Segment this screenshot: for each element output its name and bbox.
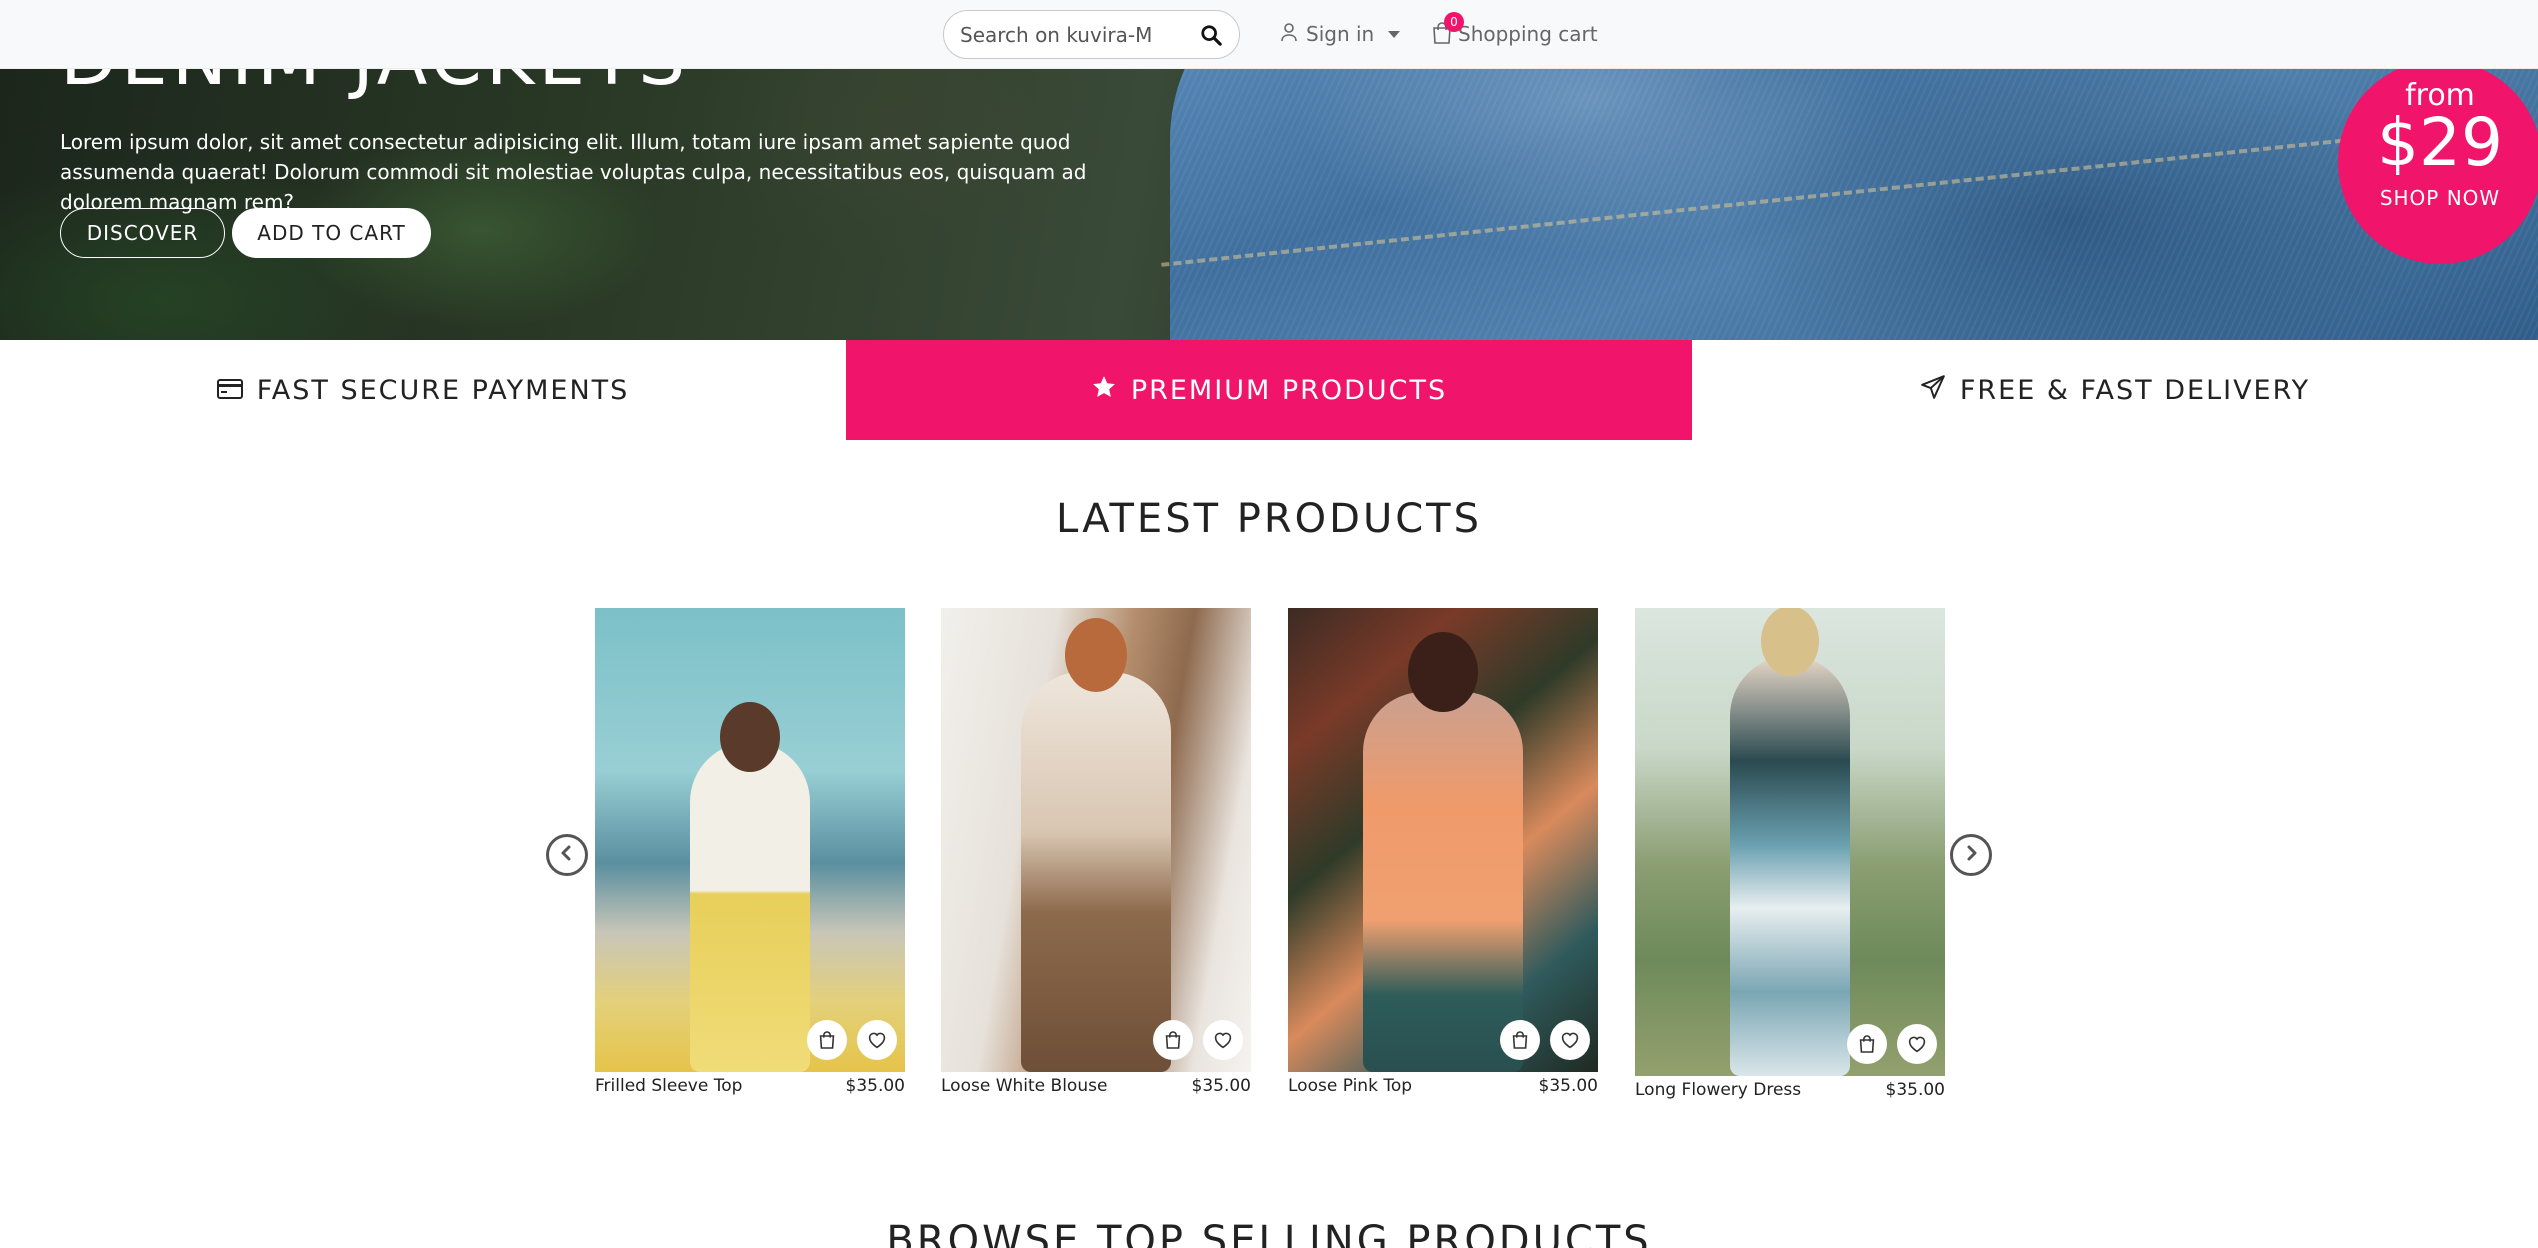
product-card[interactable]: Loose Pink Top $35.00	[1288, 608, 1598, 1096]
heart-icon	[1561, 1032, 1579, 1049]
chevron-right-icon	[1962, 844, 1980, 866]
heart-icon	[1908, 1036, 1926, 1053]
feature-free-delivery: FREE & FAST DELIVERY	[1692, 340, 2538, 440]
feature-secure-payments: FAST SECURE PAYMENTS	[0, 340, 846, 440]
shopping-cart-link[interactable]: 0 Shopping cart	[1432, 12, 1598, 48]
product-model	[1363, 692, 1523, 1072]
product-price: $35.00	[1538, 1076, 1598, 1096]
product-name[interactable]: Frilled Sleeve Top	[595, 1076, 742, 1096]
carousel-next-button[interactable]	[1950, 834, 1992, 876]
wishlist-button[interactable]	[1897, 1024, 1937, 1064]
product-image[interactable]	[941, 608, 1251, 1072]
add-to-cart-button[interactable]	[1153, 1020, 1193, 1060]
feature-label: FAST SECURE PAYMENTS	[256, 374, 630, 406]
carousel-prev-button[interactable]	[546, 834, 588, 876]
top-navbar: Sign in 0 Shopping cart	[0, 0, 2538, 69]
shopping-bag-icon	[1859, 1035, 1875, 1053]
wishlist-button[interactable]	[857, 1020, 897, 1060]
product-meta: Long Flowery Dress $35.00	[1635, 1080, 1945, 1100]
heart-icon	[1214, 1032, 1232, 1049]
product-price: $35.00	[1191, 1076, 1251, 1096]
features-bar: FAST SECURE PAYMENTS PREMIUM PRODUCTS FR…	[0, 340, 2538, 440]
product-price: $35.00	[1885, 1080, 1945, 1100]
feature-label: FREE & FAST DELIVERY	[1959, 374, 2311, 406]
shopping-bag-icon	[1512, 1031, 1528, 1049]
product-name[interactable]: Loose Pink Top	[1288, 1076, 1412, 1096]
credit-card-icon	[216, 375, 243, 406]
add-to-cart-button[interactable]	[807, 1020, 847, 1060]
product-model-head	[1761, 608, 1819, 676]
star-icon	[1091, 374, 1117, 407]
product-card[interactable]: Loose White Blouse $35.00	[941, 608, 1251, 1096]
product-card[interactable]: Long Flowery Dress $35.00	[1635, 608, 1945, 1100]
promo-badge[interactable]: from $29 SHOP NOW	[2338, 60, 2538, 264]
chevron-left-icon	[558, 844, 576, 866]
product-meta: Loose Pink Top $35.00	[1288, 1076, 1598, 1096]
hero-description: Lorem ipsum dolor, sit amet consectetur …	[60, 130, 1087, 214]
search-icon[interactable]	[1199, 23, 1223, 47]
product-model	[690, 742, 810, 1072]
wishlist-button[interactable]	[1550, 1020, 1590, 1060]
sign-in-dropdown[interactable]: Sign in	[1280, 20, 1401, 48]
latest-products-title: LATEST PRODUCTS	[1056, 496, 1482, 542]
shop-now-link[interactable]: SHOP NOW	[2338, 186, 2538, 210]
cart-count-badge: 0	[1444, 12, 1464, 32]
sign-in-label: Sign in	[1306, 22, 1375, 46]
shopping-cart-label: Shopping cart	[1458, 22, 1598, 46]
promo-price: $29	[2377, 104, 2503, 181]
browse-top-selling-title: BROWSE TOP SELLING PRODUCTS	[886, 1218, 1652, 1248]
shopping-bag-icon: 0	[1432, 12, 1464, 46]
feature-label: PREMIUM PRODUCTS	[1130, 374, 1448, 406]
product-model-head	[1065, 618, 1127, 692]
heart-icon	[868, 1032, 886, 1049]
paper-plane-icon	[1920, 374, 1946, 407]
product-name[interactable]: Loose White Blouse	[941, 1076, 1107, 1096]
shopping-bag-icon	[819, 1031, 835, 1049]
user-icon	[1280, 22, 1298, 47]
discover-button[interactable]: DISCOVER	[60, 208, 225, 258]
hero-add-to-cart-button[interactable]: ADD TO CART	[232, 208, 431, 258]
wishlist-button[interactable]	[1203, 1020, 1243, 1060]
feature-premium-products: PREMIUM PRODUCTS	[846, 340, 1692, 440]
product-model	[1730, 656, 1850, 1076]
product-image[interactable]	[595, 608, 905, 1072]
search-input[interactable]	[960, 22, 1199, 47]
product-meta: Frilled Sleeve Top $35.00	[595, 1076, 905, 1096]
shopping-bag-icon	[1165, 1031, 1181, 1049]
product-model-head	[1408, 632, 1478, 712]
product-image[interactable]	[1288, 608, 1598, 1072]
product-price: $35.00	[845, 1076, 905, 1096]
add-to-cart-button[interactable]	[1847, 1024, 1887, 1064]
add-to-cart-button[interactable]	[1500, 1020, 1540, 1060]
product-image[interactable]	[1635, 608, 1945, 1076]
product-name[interactable]: Long Flowery Dress	[1635, 1080, 1801, 1100]
product-card[interactable]: Frilled Sleeve Top $35.00	[595, 608, 905, 1096]
product-meta: Loose White Blouse $35.00	[941, 1076, 1251, 1096]
search-bar	[943, 10, 1240, 59]
chevron-down-icon	[1388, 30, 1401, 38]
product-model	[1021, 672, 1171, 1072]
product-model-head	[720, 702, 780, 772]
